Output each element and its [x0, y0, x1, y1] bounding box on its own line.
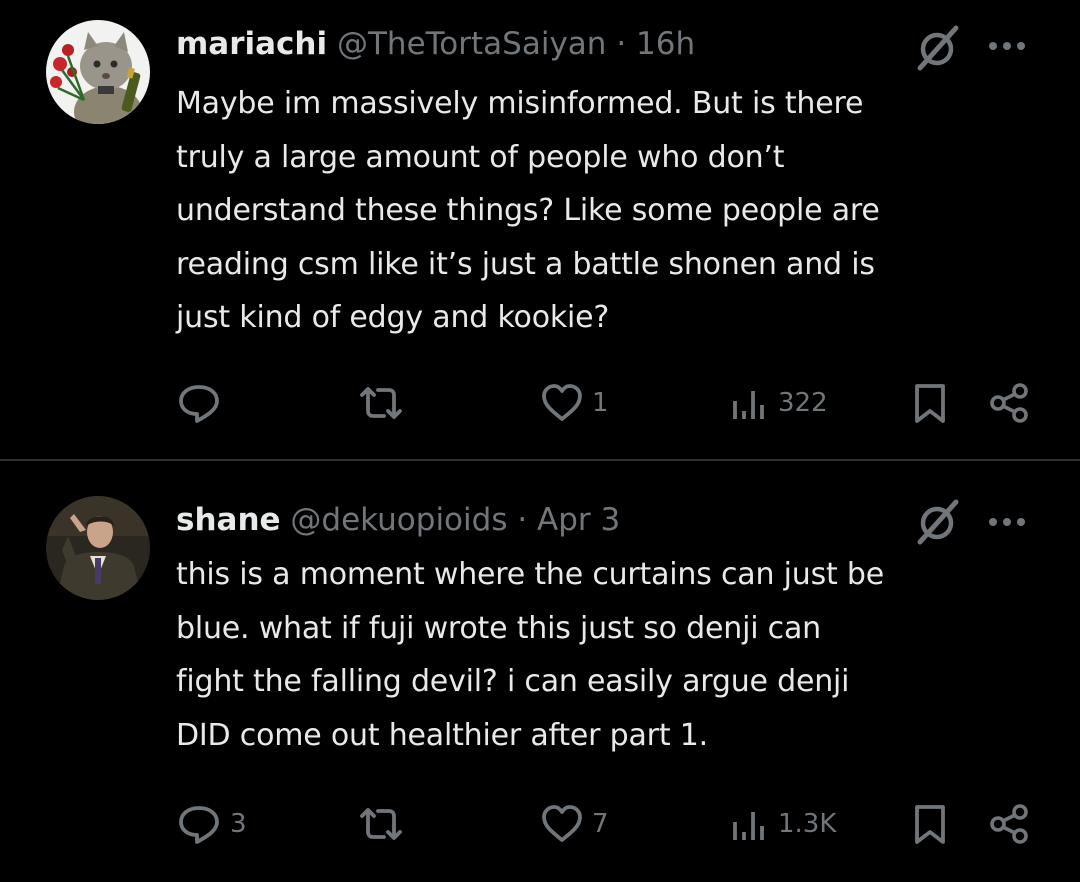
man-in-suit-avatar-icon	[46, 496, 150, 600]
speech-bubble-icon	[179, 385, 219, 423]
tweet-text-line: blue. what if fuji wrote this just so de…	[176, 610, 821, 646]
repost-arrows-icon	[360, 808, 402, 840]
heart-icon	[542, 384, 582, 421]
share-button[interactable]	[988, 802, 1032, 846]
repost-button[interactable]	[356, 802, 414, 846]
like-button[interactable]: 1	[540, 381, 609, 425]
tweet-text-line: reading csm like it’s just a battle shon…	[176, 246, 875, 282]
ellipsis-icon[interactable]	[985, 514, 1029, 530]
user-handle[interactable]: @dekuopioids	[290, 502, 507, 538]
tweet-text-line: just kind of edgy and kookie?	[176, 300, 610, 335]
tweet-text-line: understand these things? Like some peopl…	[176, 193, 880, 228]
like-button[interactable]: 7	[540, 802, 609, 846]
reply-button[interactable]: 3	[176, 802, 247, 846]
heart-icon	[542, 805, 582, 842]
tweet[interactable]: shane @dekuopioids · Apr 3 this is a mom…	[0, 462, 1080, 882]
repost-button[interactable]	[356, 381, 414, 425]
tweet[interactable]: mariachi @TheTortaSaiyan · 16h Maybe im …	[0, 0, 1080, 460]
tweet-header: mariachi @TheTortaSaiyan · 16h	[176, 24, 695, 64]
tweet-text: Maybe im massively misinformed. But is t…	[176, 77, 1056, 345]
like-count: 1	[592, 388, 609, 418]
bookmark-icon	[915, 384, 945, 423]
reply-count: 3	[230, 809, 247, 839]
avatar[interactable]	[46, 496, 150, 600]
speech-bubble-icon	[179, 806, 219, 844]
like-count: 7	[592, 809, 609, 839]
tweet-header: shane @dekuopioids · Apr 3	[176, 500, 620, 540]
separator-dot: ·	[616, 26, 627, 62]
bookmark-button[interactable]	[910, 802, 950, 846]
display-name[interactable]: shane	[176, 502, 281, 538]
user-handle[interactable]: @TheTortaSaiyan	[337, 26, 606, 62]
bar-chart-icon	[733, 812, 764, 840]
reply-button[interactable]	[176, 381, 230, 425]
timestamp[interactable]: 16h	[636, 26, 695, 62]
share-nodes-icon	[990, 383, 1028, 423]
share-button[interactable]	[988, 381, 1032, 425]
bookmark-button[interactable]	[910, 381, 950, 425]
display-name[interactable]: mariachi	[176, 26, 327, 62]
tweet-text-line: Maybe im massively misinformed. But is t…	[176, 86, 864, 121]
views-button[interactable]: 1.3K	[730, 802, 836, 846]
share-nodes-icon	[990, 804, 1028, 844]
bookmark-icon	[915, 805, 945, 844]
avatar[interactable]	[46, 20, 150, 124]
grok-slash-circle-icon[interactable]	[912, 496, 964, 548]
grok-slash-circle-icon[interactable]	[912, 22, 964, 74]
repost-arrows-icon	[360, 387, 402, 419]
tweet-divider	[0, 459, 1080, 461]
tweet-text-line: this is a moment where the curtains can …	[176, 557, 885, 592]
cat-with-roses-avatar-icon	[46, 20, 150, 124]
view-count: 322	[778, 388, 828, 418]
tweet-text-line: DID come out healthier after part 1.	[176, 717, 708, 753]
bar-chart-icon	[733, 391, 764, 419]
view-count: 1.3K	[778, 809, 837, 839]
timestamp[interactable]: Apr 3	[537, 502, 620, 538]
tweet-text: this is a moment where the curtains can …	[176, 548, 1056, 762]
separator-dot: ·	[517, 502, 528, 538]
tweet-text-line: truly a large amount of people who don’t	[176, 139, 785, 175]
ellipsis-icon[interactable]	[985, 38, 1029, 54]
tweet-text-line: fight the falling devil? i can easily ar…	[176, 664, 850, 699]
views-button[interactable]: 322	[730, 381, 828, 425]
